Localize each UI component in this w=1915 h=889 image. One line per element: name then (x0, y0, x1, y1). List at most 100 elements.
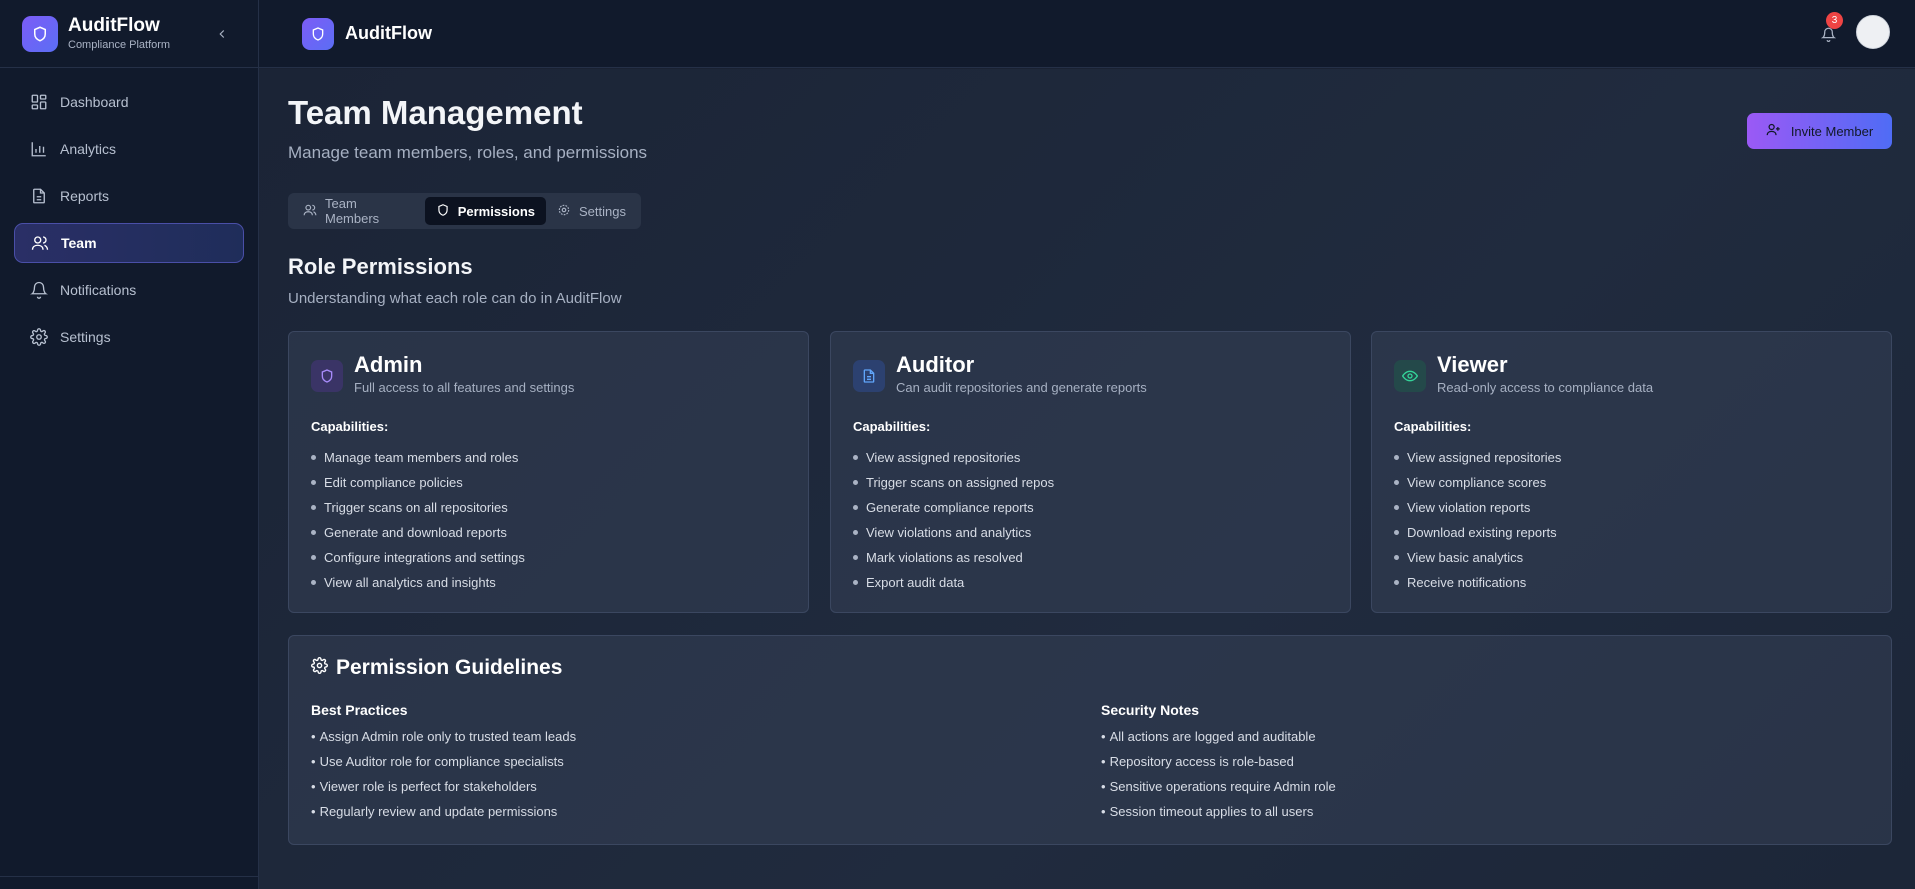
section-subtitle: Understanding what each role can do in A… (288, 290, 622, 307)
sidebar-item-label: Team (61, 235, 97, 251)
security-notes-column: Security Notes All actions are logged an… (1101, 702, 1336, 824)
list-item: Configure integrations and settings (311, 545, 525, 570)
sidebar-item-settings[interactable]: Settings (14, 317, 244, 357)
sidebar-nav: Dashboard Analytics Reports Team Notific… (0, 68, 258, 357)
list-item: Mark violations as resolved (853, 545, 1054, 570)
topbar-title: AuditFlow (345, 23, 432, 43)
shield-icon (311, 360, 343, 392)
role-description: Full access to all features and settings (354, 380, 575, 395)
sidebar-divider (0, 876, 259, 877)
list-item: Use Auditor role for compliance speciali… (311, 749, 576, 774)
list-item: Regularly review and update permissions (311, 799, 576, 824)
page-subtitle: Manage team members, roles, and permissi… (288, 143, 648, 162)
tab-settings[interactable]: Settings (546, 197, 637, 225)
guidelines-title-text: Permission Guidelines (336, 656, 563, 679)
best-practices-column: Best Practices Assign Admin role only to… (311, 702, 576, 824)
role-name: Auditor (896, 352, 975, 377)
document-icon (853, 360, 885, 392)
top-bar: AuditFlow 3 (259, 0, 1915, 68)
list-item: All actions are logged and auditable (1101, 724, 1336, 749)
list-item: Download existing reports (1394, 520, 1561, 545)
list-item: View all analytics and insights (311, 570, 525, 595)
role-description: Read-only access to compliance data (1437, 380, 1654, 395)
topbar-shield-icon (302, 17, 334, 50)
sidebar-item-analytics[interactable]: Analytics (14, 129, 244, 169)
invite-member-label: Invite Member (1790, 123, 1874, 139)
capabilities-list: Manage team members and roles Edit compl… (311, 445, 525, 595)
guidelines-title: Permission Guidelines (311, 656, 562, 680)
app-name: AuditFlow (68, 15, 160, 36)
dashboard-icon (30, 93, 48, 111)
capabilities-label: Capabilities: (1394, 419, 1472, 434)
gear-icon (311, 656, 328, 680)
eye-icon (1394, 360, 1426, 392)
tab-label: Settings (579, 203, 626, 219)
tab-permissions[interactable]: Permissions (424, 197, 547, 225)
sidebar-item-label: Notifications (60, 282, 137, 298)
sidebar-item-reports[interactable]: Reports (14, 176, 244, 216)
list-item: Generate compliance reports (853, 495, 1054, 520)
list-item: Receive notifications (1394, 570, 1561, 595)
users-icon (303, 203, 317, 220)
capabilities-label: Capabilities: (311, 419, 389, 434)
section-title: Role Permissions (288, 254, 473, 279)
user-plus-icon (1766, 122, 1781, 140)
list-item: Manage team members and roles (311, 445, 525, 470)
security-notes-list: All actions are logged and auditable Rep… (1101, 724, 1336, 824)
bell-icon (30, 281, 48, 299)
list-item: View violation reports (1394, 495, 1561, 520)
sidebar-item-label: Dashboard (60, 94, 129, 110)
permission-guidelines-card: Permission Guidelines Best Practices Ass… (288, 635, 1892, 845)
users-icon (31, 234, 49, 252)
role-name: Viewer (1437, 352, 1508, 377)
list-item: Edit compliance policies (311, 470, 525, 495)
sidebar-item-dashboard[interactable]: Dashboard (14, 82, 244, 122)
sidebar-item-team[interactable]: Team (14, 223, 244, 263)
best-practices-heading: Best Practices (311, 702, 408, 718)
list-item: View assigned repositories (1394, 445, 1561, 470)
capabilities-list: View assigned repositories Trigger scans… (853, 445, 1054, 595)
tab-label: Team Members (325, 196, 380, 226)
collapse-sidebar-chevron-left-icon[interactable] (210, 22, 234, 46)
list-item: Viewer role is perfect for stakeholders (311, 774, 576, 799)
gear-icon (30, 328, 48, 346)
best-practices-list: Assign Admin role only to trusted team l… (311, 724, 577, 824)
list-item: Generate and download reports (311, 520, 525, 545)
invite-member-button[interactable]: Invite Member (1747, 113, 1892, 149)
list-item: View assigned repositories (853, 445, 1054, 470)
tab-team-members[interactable]: Team Members (292, 196, 425, 226)
capabilities-label: Capabilities: (853, 419, 931, 434)
tab-bar: Team Members Permissions Settings (288, 193, 641, 229)
list-item: View basic analytics (1394, 545, 1561, 570)
list-item: Sensitive operations require Admin role (1101, 774, 1336, 799)
sidebar-item-label: Analytics (60, 141, 117, 157)
role-card-viewer: Viewer Read-only access to compliance da… (1371, 331, 1892, 613)
list-item: View compliance scores (1394, 470, 1561, 495)
security-notes-heading: Security Notes (1101, 702, 1200, 718)
tab-label: Permissions (457, 203, 536, 219)
sidebar-item-notifications[interactable]: Notifications (14, 270, 244, 310)
role-card-auditor: Auditor Can audit repositories and gener… (830, 331, 1351, 613)
notification-count-badge: 3 (1826, 12, 1843, 29)
list-item: Trigger scans on assigned repos (853, 470, 1054, 495)
role-card-admin: Admin Full access to all features and se… (288, 331, 809, 613)
bar-chart-icon (30, 140, 48, 158)
list-item: Export audit data (853, 570, 1054, 595)
sidebar: AuditFlow Compliance Platform Dashboard … (0, 0, 259, 889)
user-avatar[interactable] (1856, 15, 1890, 49)
sidebar-item-label: Reports (60, 188, 110, 204)
list-item: Trigger scans on all repositories (311, 495, 525, 520)
gear-icon (557, 203, 571, 220)
list-item: Repository access is role-based (1101, 749, 1336, 774)
main-content: Team Management Manage team members, rol… (259, 69, 1915, 889)
app-subtitle: Compliance Platform (68, 39, 171, 51)
list-item: Assign Admin role only to trusted team l… (311, 724, 577, 749)
sidebar-item-label: Settings (60, 329, 111, 345)
capabilities-list: View assigned repositories View complian… (1394, 445, 1561, 595)
role-description: Can audit repositories and generate repo… (896, 380, 1147, 395)
list-item: Session timeout applies to all users (1101, 799, 1336, 824)
role-name: Admin (354, 352, 423, 377)
list-item: View violations and analytics (853, 520, 1054, 545)
shield-icon (436, 203, 450, 220)
document-icon (30, 187, 48, 205)
